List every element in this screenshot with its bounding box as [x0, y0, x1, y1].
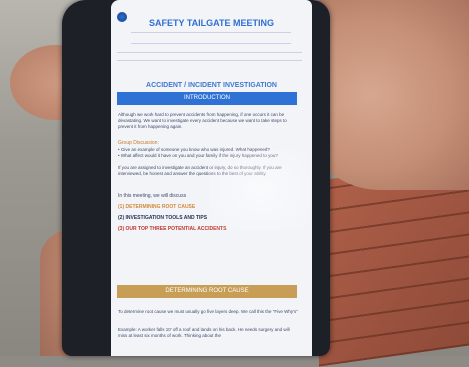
topic-root-cause: (1) DETERMINING ROOT CAUSE [118, 204, 196, 210]
root-cause-text: To determine root cause we must usually … [118, 309, 298, 314]
topic-tools-tips: (2) INVESTIGATION TOOLS AND TIPS [118, 215, 208, 221]
document-title: SAFETY TAILGATE MEETING [148, 18, 274, 28]
header-line [131, 32, 291, 33]
intro-text: Although we work hard to prevent acciden… [118, 112, 287, 129]
root-cause-banner: DETERMINING ROOT CAUSE [117, 285, 297, 298]
we-will-discuss-text: In this meeting, we will discuss [118, 193, 187, 199]
header-line [117, 60, 302, 61]
background-bricks [319, 159, 469, 367]
discussion-bullet: • What affect would it have on you and y… [118, 153, 278, 158]
assigned-text: If you are assigned to investigate an ac… [118, 165, 282, 176]
header-line [117, 52, 302, 53]
topic-top-three: (3) OUR TOP THREE POTENTIAL ACCIDENTS [118, 226, 227, 232]
intro-banner: INTRODUCTION [117, 92, 297, 105]
section-title: ACCIDENT / INCIDENT INVESTIGATION [146, 82, 277, 89]
example-text: Example: A worker falls 10' off a roof a… [118, 327, 290, 338]
phone-screen[interactable]: SAFETY TAILGATE MEETING ACCIDENT / INCID… [111, 0, 312, 356]
header-line [131, 43, 291, 44]
group-discussion-label: Group Discussion: [118, 140, 159, 146]
